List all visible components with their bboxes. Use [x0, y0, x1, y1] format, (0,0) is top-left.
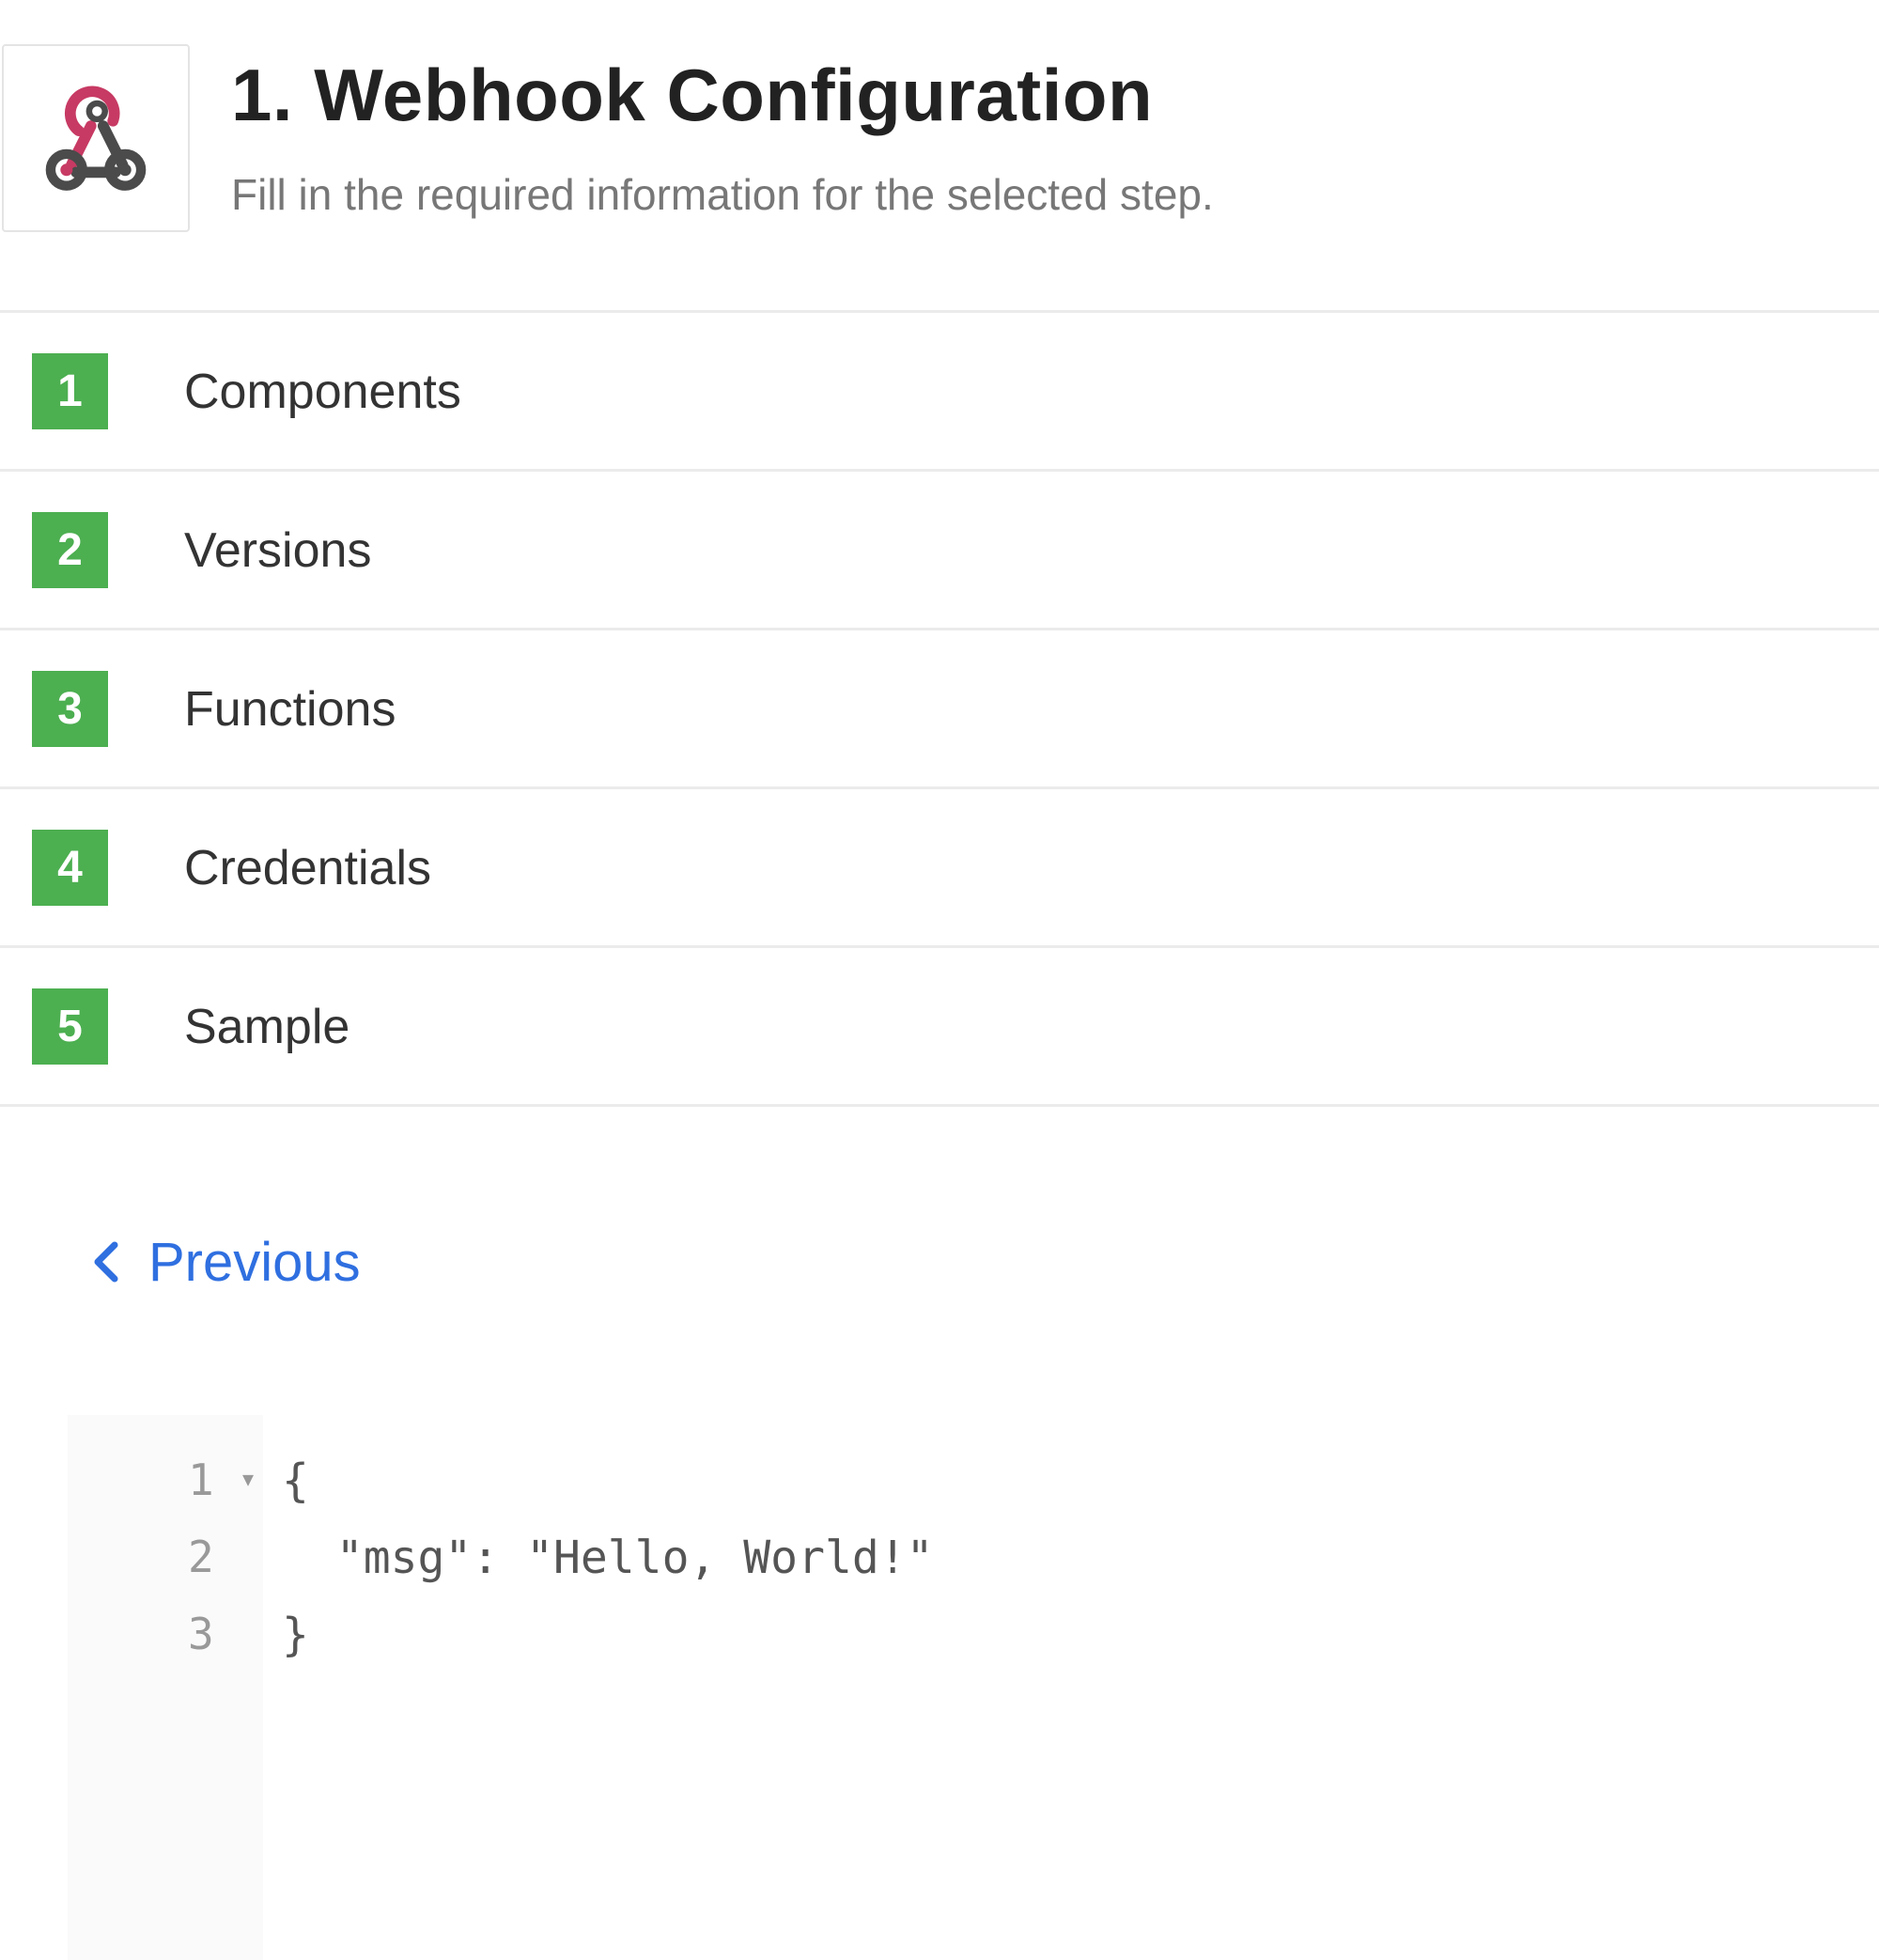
step-label: Sample: [184, 1000, 350, 1054]
step-label: Versions: [184, 523, 372, 578]
step-number-badge: 5: [32, 988, 108, 1065]
step-number-badge: 1: [32, 353, 108, 429]
chevron-left-icon: [94, 1241, 118, 1283]
step-item-credentials[interactable]: 4 Credentials: [0, 789, 1879, 948]
page-header: 1. Webhook Configuration Fill in the req…: [0, 0, 1879, 310]
previous-button-label: Previous: [148, 1231, 361, 1293]
code-editor[interactable]: 1 ▼ { 2 "msg": "Hello, World!" 3 }: [68, 1415, 1879, 1960]
step-item-versions[interactable]: 2 Versions: [0, 472, 1879, 630]
step-number-badge: 4: [32, 830, 108, 906]
page-subtitle: Fill in the required information for the…: [231, 170, 1214, 219]
line-number: 1: [188, 1454, 214, 1505]
code-line: 1 ▼ {: [68, 1441, 1879, 1518]
code-text: }: [282, 1609, 309, 1661]
code-line: 2 "msg": "Hello, World!": [68, 1518, 1879, 1595]
step-label: Credentials: [184, 841, 432, 895]
fold-toggle-icon[interactable]: ▼: [242, 1468, 254, 1490]
webhook-logo: [2, 44, 190, 232]
step-label: Functions: [184, 682, 396, 737]
previous-button[interactable]: Previous: [90, 1229, 361, 1295]
step-label: Components: [184, 365, 461, 419]
code-text: "msg": "Hello, World!": [282, 1532, 934, 1584]
code-line: 3 }: [68, 1595, 1879, 1672]
step-item-components[interactable]: 1 Components: [0, 313, 1879, 472]
page-title: 1. Webhook Configuration: [231, 54, 1154, 136]
step-item-functions[interactable]: 3 Functions: [0, 630, 1879, 789]
line-number: 3: [188, 1609, 214, 1659]
step-item-sample[interactable]: 5 Sample: [0, 948, 1879, 1107]
line-number: 2: [188, 1532, 214, 1582]
step-number-badge: 3: [32, 671, 108, 747]
step-list: 1 Components 2 Versions 3 Functions 4 Cr…: [0, 310, 1879, 1107]
webhook-icon: [45, 86, 147, 191]
code-text: {: [282, 1454, 309, 1507]
step-number-badge: 2: [32, 512, 108, 588]
